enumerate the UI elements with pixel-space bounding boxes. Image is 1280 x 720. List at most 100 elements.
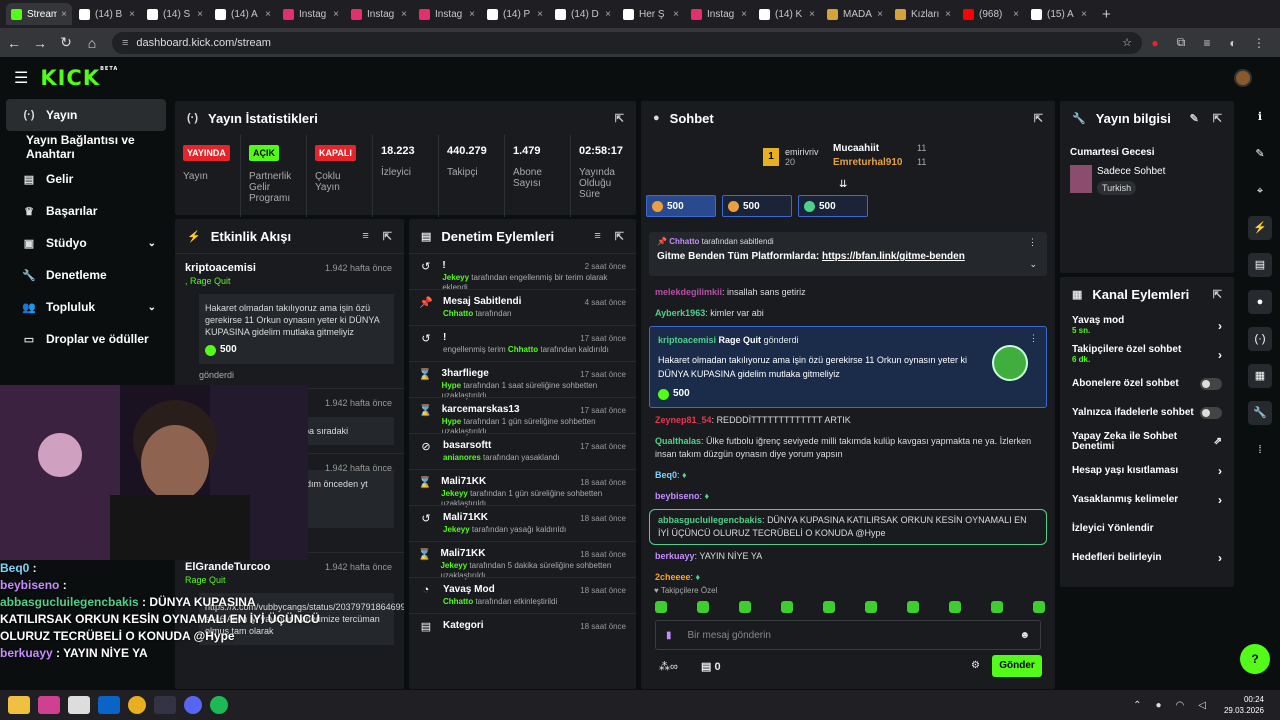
- chevron-down-icon[interactable]: ⌄: [148, 302, 156, 313]
- moderator-name[interactable]: anianores: [443, 453, 481, 462]
- browser-tab[interactable]: (14) P ×: [482, 3, 548, 25]
- emote-icon[interactable]: [655, 601, 667, 613]
- close-icon[interactable]: ×: [61, 9, 67, 20]
- close-icon[interactable]: ×: [877, 9, 883, 20]
- browser-tab[interactable]: (968) ×: [958, 3, 1024, 25]
- chat-username[interactable]: Qualthalas: [655, 436, 701, 446]
- chevron-right-icon[interactable]: ›: [1218, 493, 1222, 507]
- close-icon[interactable]: ×: [469, 9, 475, 20]
- focus-icon[interactable]: ⌖: [1248, 179, 1272, 203]
- leader-user[interactable]: Emreturhal910: [833, 157, 902, 168]
- mic-tray-icon[interactable]: ●: [1155, 700, 1161, 711]
- clock[interactable]: 00:24 29.03.2026: [1224, 694, 1264, 716]
- emote-icon[interactable]: [865, 601, 877, 613]
- extension-icon[interactable]: ●: [1142, 36, 1168, 50]
- browser-tab[interactable]: Instag ×: [414, 3, 480, 25]
- sidebar-item[interactable]: (·) Yayın: [6, 99, 166, 131]
- taskbar-app-icon[interactable]: [38, 696, 60, 714]
- chat-settings-icon[interactable]: ⚙: [971, 660, 980, 671]
- moderator-name[interactable]: Jekeyy: [440, 561, 467, 570]
- chevron-right-icon[interactable]: ›: [1218, 348, 1222, 362]
- close-icon[interactable]: ×: [605, 9, 611, 20]
- toggle-switch[interactable]: [1200, 377, 1222, 390]
- chat-username[interactable]: berkuayy: [655, 551, 695, 561]
- chat-username[interactable]: melekdegilimkii: [655, 287, 722, 297]
- taskbar-files-icon[interactable]: [68, 696, 90, 714]
- close-icon[interactable]: ×: [265, 9, 271, 20]
- activity-item[interactable]: kriptoacemisi 1.942 hafta önce, Rage Quit…: [175, 253, 404, 388]
- close-icon[interactable]: ×: [1013, 9, 1019, 20]
- browser-tab[interactable]: (14) K ×: [754, 3, 820, 25]
- channel-action[interactable]: İzleyici Yönlendir: [1060, 514, 1234, 543]
- forward-icon[interactable]: →: [28, 35, 52, 51]
- category-name[interactable]: Sadece Sohbet: [1097, 166, 1165, 177]
- moderator-name[interactable]: Hype: [442, 417, 462, 426]
- filter-icon[interactable]: ≡: [594, 230, 600, 242]
- close-icon[interactable]: ×: [129, 9, 135, 20]
- browser-tab[interactable]: Instag ×: [278, 3, 344, 25]
- chevron-down-icon[interactable]: ⌄: [148, 238, 156, 249]
- moderator-name[interactable]: Jekeyy: [441, 489, 468, 498]
- wrench-rail-icon[interactable]: 🔧: [1248, 401, 1272, 425]
- kick-goal[interactable]: 500: [722, 195, 792, 217]
- emote-icon[interactable]: [781, 601, 793, 613]
- edit-icon[interactable]: ✎: [1190, 112, 1199, 125]
- external-link-icon[interactable]: ⇗: [1214, 436, 1222, 447]
- leader-user[interactable]: emirivriv: [785, 147, 819, 157]
- emoji-icon[interactable]: ☻: [1019, 630, 1030, 641]
- browser-tab[interactable]: (14) S ×: [142, 3, 208, 25]
- user-avatar[interactable]: [1234, 69, 1252, 87]
- sidebar-item[interactable]: Yayın Bağlantısı ve Anahtarı: [6, 131, 166, 163]
- highlight-menu-icon[interactable]: ⋮: [1029, 331, 1038, 345]
- chat-username[interactable]: Zeynep81_54: [655, 415, 712, 425]
- leader-user[interactable]: Mucaahiit: [833, 143, 879, 154]
- emote-icon[interactable]: [1033, 601, 1045, 613]
- filter-icon[interactable]: ≡: [362, 230, 368, 242]
- emote-icon[interactable]: [823, 601, 835, 613]
- system-tray[interactable]: ⌃ ● ◠ ◁: [1133, 700, 1206, 711]
- emote-icon[interactable]: [739, 601, 751, 613]
- chat-username[interactable]: Beq0: [655, 470, 677, 480]
- kick-goal[interactable]: 500: [798, 195, 868, 217]
- moderator-name[interactable]: Chhatto: [443, 309, 473, 318]
- taskbar-app-icon[interactable]: [8, 696, 30, 714]
- moderator-name[interactable]: Jekeyy: [443, 525, 470, 534]
- browser-tab[interactable]: MADA ×: [822, 3, 888, 25]
- grid-rail-icon[interactable]: ⁞: [1248, 438, 1272, 462]
- chat-rail-icon[interactable]: ●: [1248, 290, 1272, 314]
- info-icon[interactable]: ℹ: [1248, 105, 1272, 129]
- emote-icon[interactable]: [907, 601, 919, 613]
- extensions-puzzle-icon[interactable]: ⧉: [1168, 35, 1194, 50]
- browser-tab[interactable]: Instag ×: [346, 3, 412, 25]
- channel-action[interactable]: Takipçilere özel sohbet 6 dk. ›: [1060, 340, 1234, 369]
- collapse-chevron-icon[interactable]: ⌄: [1029, 259, 1037, 270]
- send-button[interactable]: Gönder: [992, 655, 1042, 677]
- reload-icon[interactable]: ↻: [54, 34, 78, 51]
- close-icon[interactable]: ×: [537, 9, 543, 20]
- expand-leaderboard-icon[interactable]: ⇊: [839, 179, 847, 190]
- highlight-user[interactable]: kriptoacemisi: [658, 335, 716, 345]
- chat-input-box[interactable]: ▮ Bir mesaj gönderin ☻: [655, 620, 1041, 650]
- channel-action[interactable]: Hesap yaşı kısıtlaması ›: [1060, 456, 1234, 485]
- mic-icon[interactable]: ▮: [666, 630, 672, 641]
- edit-rail-icon[interactable]: ✎: [1248, 142, 1272, 166]
- document-rail-icon[interactable]: ▤: [1248, 253, 1272, 277]
- moderator-name[interactable]: Chhatto: [443, 597, 473, 606]
- site-info-icon[interactable]: ≡: [122, 37, 128, 49]
- browser-tab[interactable]: (15) A ×: [1026, 3, 1092, 25]
- channel-action[interactable]: Yapay Zeka ile Sohbet Denetimi ⇗: [1060, 427, 1234, 456]
- browser-tab[interactable]: (14) B ×: [74, 3, 140, 25]
- chevron-right-icon[interactable]: ›: [1218, 319, 1222, 333]
- close-icon[interactable]: ×: [197, 9, 203, 20]
- chevron-right-icon[interactable]: ›: [1218, 464, 1222, 478]
- moderator-name[interactable]: Chhatto: [508, 345, 538, 354]
- unpin-icon[interactable]: ⋮: [1028, 237, 1037, 248]
- address-bar[interactable]: ≡ dashboard.kick.com/stream ☆: [112, 31, 1142, 54]
- popout-icon[interactable]: ⇱: [615, 112, 624, 125]
- sidebar-item[interactable]: 👥 Topluluk ⌄: [6, 291, 166, 323]
- channel-action[interactable]: Hedefleri belirleyin ›: [1060, 543, 1234, 572]
- channel-action[interactable]: Yavaş mod 5 sn. ›: [1060, 311, 1234, 340]
- taskbar-chrome-icon[interactable]: [128, 696, 146, 714]
- popout-icon[interactable]: ⇱: [1213, 288, 1222, 301]
- chat-input[interactable]: Bir mesaj gönderin: [688, 630, 771, 641]
